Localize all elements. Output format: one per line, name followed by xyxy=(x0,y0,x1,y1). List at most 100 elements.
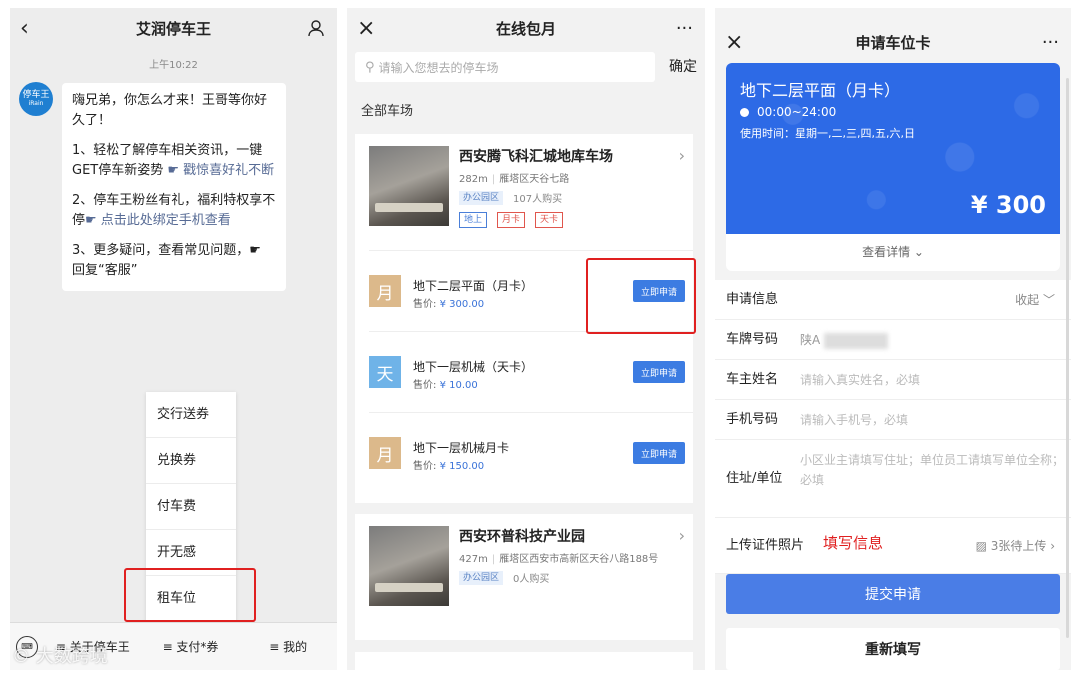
parking-lot-photo xyxy=(369,146,449,226)
card-time-value: 00:00~24:00 xyxy=(757,105,837,119)
category-tag: 办公园区 xyxy=(459,570,504,585)
scrollbar[interactable] xyxy=(1066,78,1069,638)
application-form: 申请信息 收起 ﹀ 车牌号码 陕A 车主姓名 请输入真实姓名，必填 手机号码 请… xyxy=(715,280,1071,574)
menu-item-coupon[interactable]: 交行送券 xyxy=(146,392,236,438)
card-title: 地下二层平面（月卡） xyxy=(740,81,901,100)
close-icon[interactable]: × xyxy=(357,8,375,48)
apply-title: 申请车位卡 xyxy=(855,33,931,52)
parking-lot-card: 西安环普科技产业园 › 427m | 雁塔区西安市高新区天谷八路188号 办公园区 … xyxy=(355,514,693,640)
user-icon[interactable] xyxy=(307,8,325,48)
close-icon[interactable]: × xyxy=(725,22,743,62)
form-section-header: 申请信息 收起 ﹀ xyxy=(715,280,1071,320)
product-price: 售价: ¥ 10.00 xyxy=(413,376,478,391)
parking-lot-tags: 办公园区 0人购买 xyxy=(459,570,549,585)
apply-button[interactable]: 立即申请 xyxy=(633,361,685,383)
chat-title: 艾润停车王 xyxy=(135,19,211,38)
parking-lot-distance: 282m xyxy=(459,174,488,185)
apply-card-panel: × 申请车位卡 ··· 地下二层平面（月卡） 00:00~24:00 使用时间：… xyxy=(715,8,1071,670)
price-label: 售价: xyxy=(413,461,437,472)
badge-daily: 天卡 xyxy=(535,212,564,228)
section-title: 全部车场 xyxy=(361,104,414,119)
greeting-text: 嗨兄弟，你怎么才来！王哥等你好久了！ xyxy=(72,93,268,128)
highlight-rent-space xyxy=(124,568,256,622)
owner-name-input[interactable]: 请输入真实姓名，必填 xyxy=(800,360,920,400)
monthly-pass-panel: × 在线包月 ··· ⚲ 请输入您想去的停车场 确定 全部车场 西安腾飞科汇城地… xyxy=(347,8,705,670)
owner-label: 车主姓名 xyxy=(726,372,779,387)
parking-lot-address: 雁塔区西安市高新区天谷八路188号 xyxy=(499,554,659,565)
submit-button[interactable]: 提交申请 xyxy=(726,574,1060,614)
plate-row: 车牌号码 陕A xyxy=(715,320,1071,360)
parking-lot-address: 雁塔区天谷七路 xyxy=(499,174,570,185)
owner-row: 车主姓名 请输入真实姓名，必填 xyxy=(715,360,1071,400)
chevron-right-icon[interactable]: › xyxy=(679,526,685,545)
phone-input[interactable]: 请输入手机号，必填 xyxy=(800,400,908,440)
search-icon: ⚲ xyxy=(365,59,375,75)
product-price: 售价: ¥ 300.00 xyxy=(413,295,484,310)
parking-lot-name[interactable]: 西安腾飞科汇城地库车场 xyxy=(459,146,613,166)
parking-lot-distance: 427m xyxy=(459,554,488,565)
address-label: 住址/单位 xyxy=(726,471,783,486)
product-icon: 天 xyxy=(369,356,401,388)
avatar-sub: iRain xyxy=(28,99,44,107)
plate-value: 陕A xyxy=(800,333,821,347)
phone-label: 手机号码 xyxy=(726,412,779,427)
parking-lot-tags: 办公园区 107人购买 xyxy=(459,190,562,205)
badge-ground: 地上 xyxy=(459,212,488,228)
buyer-count: 107人购买 xyxy=(513,194,563,205)
plate-blurred xyxy=(824,332,889,349)
card-usage: 使用时间：星期一,二,三,四,五,六,日 xyxy=(740,127,915,140)
product-icon: 月 xyxy=(369,275,401,307)
chat-nav-bar: ‹ 艾润停车王 xyxy=(10,8,337,48)
parking-lot-name[interactable]: 西安环普科技产业园 xyxy=(459,526,585,546)
gift-link[interactable]: ☛ 戳惊喜好礼不断 xyxy=(167,163,274,178)
pass-title: 在线包月 xyxy=(495,19,556,38)
bind-phone-link[interactable]: ☛ 点击此处绑定手机查看 xyxy=(85,213,231,228)
message-timestamp: 上午10:22 xyxy=(149,60,198,71)
reset-button[interactable]: 重新填写 xyxy=(726,628,1060,670)
product-item: 月 地下一层机械月卡 售价: ¥ 150.00 立即申请 xyxy=(369,412,693,493)
price-value: ¥ 300.00 xyxy=(439,299,485,310)
price-label: 售价: xyxy=(413,299,437,310)
search-confirm-button[interactable]: 确定 xyxy=(669,52,697,82)
parking-lot-card-partial xyxy=(355,652,693,670)
bottom-menu-pay[interactable]: ≡ 支付*券 xyxy=(142,638,240,655)
menu-item-pay-fee[interactable]: 付车费 xyxy=(146,484,236,530)
more-icon[interactable]: ··· xyxy=(1042,22,1059,62)
price-label: 售价: xyxy=(413,380,437,391)
message-bubble: 嗨兄弟，你怎么才来！王哥等你好久了！ 1、轻松了解停车相关资讯，一键GET停车新… xyxy=(62,83,286,291)
apply-button[interactable]: 立即申请 xyxy=(633,442,685,464)
back-icon[interactable]: ‹ xyxy=(20,8,29,48)
parking-card-preview: 地下二层平面（月卡） 00:00~24:00 使用时间：星期一,二,三,四,五,… xyxy=(726,63,1060,271)
price-value: ¥ 150.00 xyxy=(439,461,485,472)
collapse-toggle[interactable]: 收起 ﹀ xyxy=(1015,280,1055,320)
parking-lot-meta: 427m | 雁塔区西安市高新区天谷八路188号 xyxy=(459,554,659,565)
price-value: ¥ 10.00 xyxy=(439,380,478,391)
product-item: 天 地下一层机械（天卡） 售价: ¥ 10.00 立即申请 xyxy=(369,331,693,412)
more-icon[interactable]: ··· xyxy=(676,8,693,48)
chevron-right-icon[interactable]: › xyxy=(679,146,685,165)
upload-label: 上传证件照片 xyxy=(726,538,805,553)
product-name: 地下一层机械月卡 xyxy=(413,441,510,455)
watermark: © 大数跨境 xyxy=(12,646,108,667)
form-section-label: 申请信息 xyxy=(726,292,779,307)
search-input[interactable]: ⚲ 请输入您想去的停车场 xyxy=(355,52,655,82)
clock-icon xyxy=(740,107,749,117)
parking-lot-photo xyxy=(369,526,449,606)
pass-nav-bar: × 在线包月 ··· xyxy=(347,8,705,48)
fill-info-annotation: 填写信息 xyxy=(823,534,884,552)
card-price: ¥ 300 xyxy=(970,191,1046,219)
bottom-menu-mine[interactable]: ≡ 我的 xyxy=(239,638,337,655)
view-details-link[interactable]: 查看详情 ⌄ xyxy=(726,234,1060,271)
avatar[interactable]: 停车王 iRain xyxy=(19,82,53,116)
apply-nav-bar: × 申请车位卡 ··· xyxy=(715,22,1071,62)
buyer-count: 0人购买 xyxy=(513,574,550,585)
menu-item-exchange[interactable]: 兑换券 xyxy=(146,438,236,484)
parking-card-banner: 地下二层平面（月卡） 00:00~24:00 使用时间：星期一,二,三,四,五,… xyxy=(726,63,1060,234)
product-icon: 月 xyxy=(369,437,401,469)
card-type-badges: 地上 月卡 天卡 xyxy=(459,212,573,228)
plate-input[interactable]: 陕A xyxy=(800,320,889,360)
phone-row: 手机号码 请输入手机号，必填 xyxy=(715,400,1071,440)
address-input[interactable]: 小区业主请填写住址；单位员工请填写单位全称；必填 xyxy=(800,450,1065,490)
upload-photo-button[interactable]: ▨ 3张待上传 › xyxy=(976,518,1055,574)
upload-row: 上传证件照片 填写信息 ▨ 3张待上传 › xyxy=(715,518,1071,574)
